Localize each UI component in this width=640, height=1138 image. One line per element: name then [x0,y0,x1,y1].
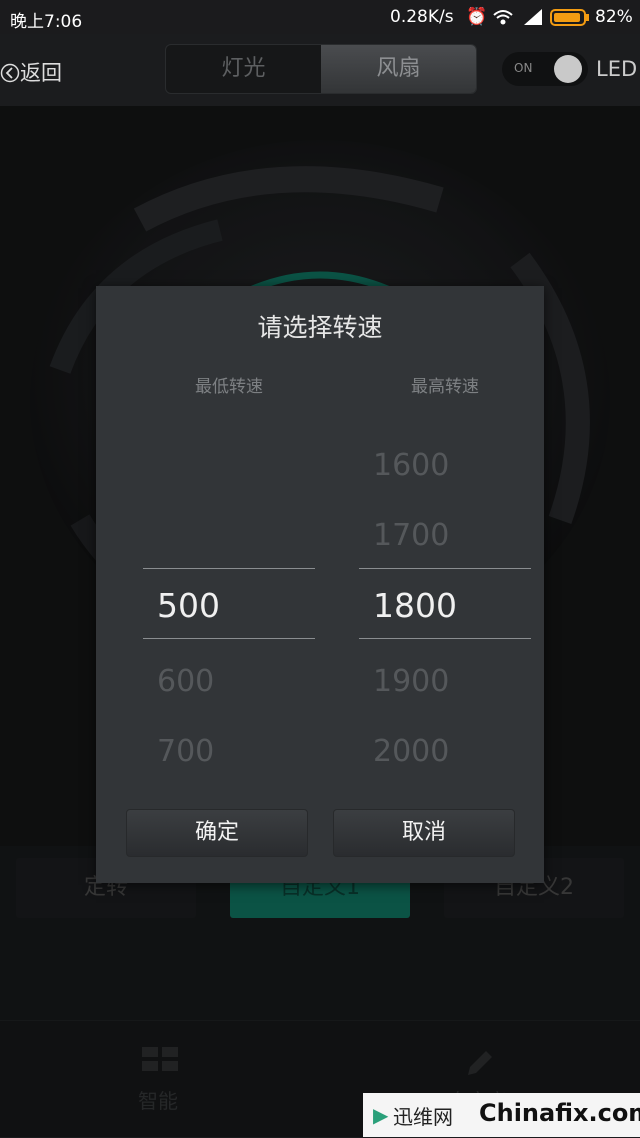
max-speed-picker[interactable]: 1600 1700 1800 1900 2000 [359,436,531,776]
battery-percent: 82% [595,7,633,27]
max-picker-item[interactable]: 1900 [373,664,449,699]
min-speed-picker[interactable]: 500 600 700 [143,436,315,776]
watermark-cn: 迅维网 [393,1105,453,1129]
confirm-button[interactable]: 确定 [126,809,308,857]
status-bar: 晚上7:06 0.28K/s ⏰ 82% [0,0,640,34]
led-label: LED [596,57,638,81]
cancel-button[interactable]: 取消 [333,809,515,857]
min-speed-header: 最低转速 [195,377,263,397]
status-time: 晚上7:06 [10,12,83,32]
max-picker-selected[interactable]: 1800 [373,586,457,625]
min-picker-line-bottom [143,638,315,639]
mode-tabs: 灯光 风扇 [165,44,477,94]
wifi-icon [493,10,513,25]
max-picker-item[interactable]: 2000 [373,734,449,769]
dialog-title: 请选择转速 [257,313,383,342]
max-speed-header: 最高转速 [411,377,479,397]
watermark-arrow-icon: ▶ [373,1103,389,1127]
min-picker-item[interactable]: 600 [157,664,214,699]
back-label: 返回 [20,61,62,85]
toggle-knob [554,55,582,83]
led-toggle[interactable]: ON [502,52,588,86]
back-button[interactable]: 返回 [0,57,62,87]
max-picker-line-bottom [359,638,531,639]
alarm-icon: ⏰ [466,7,488,27]
max-picker-item[interactable]: 1600 [373,448,449,483]
min-picker-line-top [143,568,315,569]
back-chevron-icon [0,63,20,83]
max-picker-line-top [359,568,531,569]
watermark-en: Chinafix.com [479,1099,640,1127]
min-picker-item[interactable]: 700 [157,734,214,769]
battery-icon [550,9,589,26]
min-picker-selected[interactable]: 500 [157,586,220,625]
signal-icon [524,9,542,25]
watermark: ▶ 迅维网 Chinafix.com [363,1093,640,1137]
max-picker-item[interactable]: 1700 [373,518,449,553]
toggle-on-label: ON [514,61,533,75]
network-speed: 0.28K/s [390,7,454,27]
tab-light[interactable]: 灯光 [166,45,321,93]
tab-fan[interactable]: 风扇 [321,45,476,93]
speed-picker-dialog: 请选择转速 最低转速 最高转速 500 600 700 1600 1700 18… [96,286,544,883]
